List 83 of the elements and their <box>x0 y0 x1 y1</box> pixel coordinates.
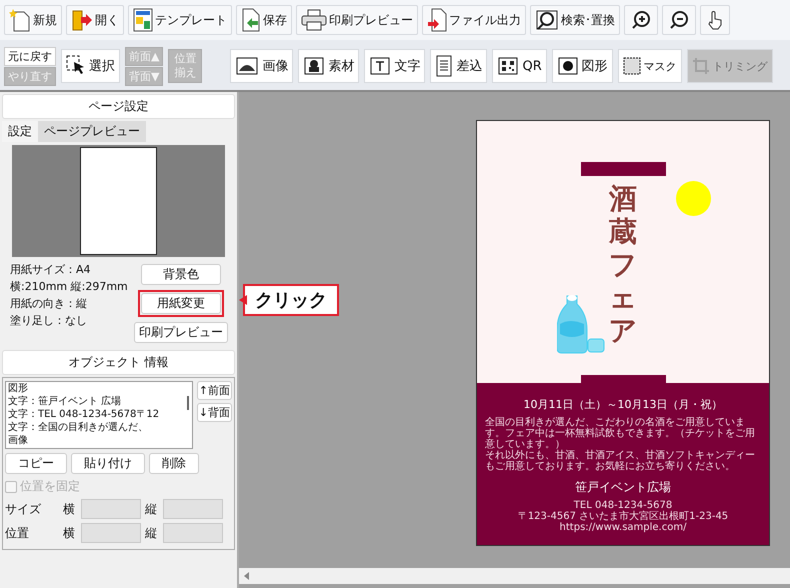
page-button[interactable]: 用紙変更 <box>141 293 221 314</box>
shape-icon <box>556 56 579 76</box>
new-file-icon <box>9 8 31 32</box>
page-info-text: 塗り足し：なし <box>10 313 88 329</box>
page-button[interactable]: 背景色 <box>141 264 221 285</box>
field-label: 縦 <box>145 524 158 542</box>
save-file-icon <box>241 8 261 32</box>
mask-icon <box>622 57 641 75</box>
image-icon <box>235 56 260 76</box>
input-field[interactable] <box>81 499 141 519</box>
field-label: 位置 <box>5 524 30 542</box>
zoom-in-icon <box>631 10 651 30</box>
toolbar-button[interactable]: ファイル出力 <box>422 5 526 35</box>
search-icon <box>535 9 559 31</box>
input-field[interactable] <box>163 523 223 543</box>
object-list-item[interactable]: 文字：TEL 048-1234-5678〒12 <box>8 408 184 421</box>
circle-shape <box>676 181 711 216</box>
scroll-left-icon[interactable] <box>242 571 252 581</box>
insert-tool-button[interactable]: 画像 <box>230 49 294 83</box>
undo-button[interactable]: 元に戻す <box>4 46 56 66</box>
input-field[interactable] <box>81 523 141 543</box>
horizontal-scrollbar[interactable] <box>239 568 790 584</box>
toolbar-button[interactable]: 保存 <box>236 5 292 35</box>
object-list-item[interactable]: 画像 <box>8 434 184 447</box>
page-info-text: 横:210mm 縦:297mm <box>10 279 128 295</box>
event-date: 10月11日（土）～10月13日（月・祝） <box>524 397 722 412</box>
object-action-button[interactable]: 削除 <box>149 453 199 474</box>
tab[interactable]: ページプレビュー <box>38 121 146 142</box>
document-icon <box>435 55 454 77</box>
order-button[interactable]: ↓背面 <box>196 403 232 422</box>
field-label: 縦 <box>145 500 158 518</box>
insert-tool-button[interactable]: マスク <box>618 49 682 83</box>
contact-text: 〒123-4567 さいたま市大宮区出根町1-23-45 <box>518 511 728 522</box>
page-info-text: 用紙サイズ：A4 <box>10 262 92 278</box>
zoom-out-button[interactable] <box>662 5 696 35</box>
object-action-button[interactable]: コピー <box>5 453 67 474</box>
panel-header: オブジェクト 情報 <box>2 350 235 375</box>
toolbar-button[interactable]: 印刷プレビュー <box>296 5 418 35</box>
object-list-item[interactable]: 文字：全国の目利きが選んだ、 <box>8 421 184 434</box>
hand-tool-button[interactable] <box>700 5 730 35</box>
contact-text: TEL 048-1234-5678 <box>574 500 672 511</box>
crop-icon <box>692 57 710 75</box>
page-info-text: 用紙の向き：縦 <box>10 296 88 312</box>
input-field[interactable] <box>163 499 223 519</box>
venue-name: 笹戸イベント広場 <box>575 479 671 496</box>
tab[interactable]: 設定 <box>2 121 38 142</box>
object-list-item[interactable]: 文字：笹戸イベント 広場 <box>8 395 184 408</box>
folder-icon <box>71 8 93 32</box>
printer-icon <box>301 9 327 31</box>
zoom-out-icon <box>669 10 689 30</box>
insert-tool-button[interactable]: QR <box>492 49 547 83</box>
text-box-icon <box>369 56 392 76</box>
sake-bottle-drawing <box>557 294 605 354</box>
toolbar-button[interactable]: 開く <box>66 5 124 35</box>
template-icon <box>133 8 153 32</box>
insert-tool-button[interactable]: 素材 <box>298 49 360 83</box>
qr-code-icon <box>497 56 520 76</box>
insert-tool-button[interactable]: 差込 <box>430 49 488 83</box>
cursor-icon <box>66 55 86 77</box>
scrollbar-thumb[interactable] <box>186 396 189 410</box>
toolbar-button[interactable]: 検索･置換 <box>530 5 620 35</box>
field-label: 横 <box>63 524 76 542</box>
panel-header: ページ設定 <box>2 94 235 119</box>
contact-text: https://www.sample.com/ <box>560 522 686 533</box>
stamp-icon <box>303 56 326 76</box>
checkbox-label: 位置を固定 <box>20 478 80 495</box>
toolbar-button[interactable]: 新規 <box>4 5 62 35</box>
object-list-item[interactable]: 図形 <box>8 382 184 395</box>
zoom-in-button[interactable] <box>624 5 658 35</box>
hand-icon <box>707 10 723 30</box>
select-tool-button[interactable]: 選択 <box>61 49 120 83</box>
order-button[interactable]: ↑前面 <box>196 381 232 400</box>
insert-tool-button[interactable]: 図形 <box>552 49 613 83</box>
poster-title: 酒 蔵 フ ェ ア <box>608 182 638 347</box>
insert-tool-button[interactable]: 文字 <box>364 49 426 83</box>
field-label: 横 <box>63 500 76 518</box>
field-label: サイズ <box>5 500 42 518</box>
event-description: それ以外にも、甘酒、甘酒アイス、甘酒ソフトキャンディーもご用意しております。お気軽にお立ち寄りください。 <box>485 450 756 472</box>
object-action-button[interactable]: 貼り付け <box>71 453 145 474</box>
page-button[interactable]: 印刷プレビュー <box>134 322 228 343</box>
export-file-icon <box>427 8 447 32</box>
event-description: 全国の目利きが選んだ、こだわりの名酒をご用意しています。フェア中は一杯無料試飲もできます。（チケットをご用意しています。） <box>485 417 756 450</box>
toolbar-button[interactable]: テンプレート <box>128 5 232 35</box>
